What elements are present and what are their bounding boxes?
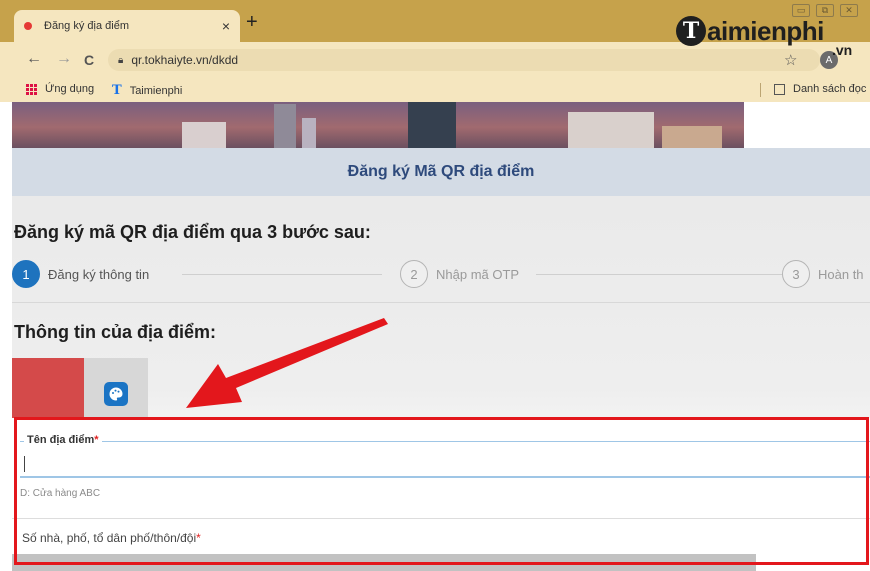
annotation-arrow-icon: [186, 318, 388, 408]
